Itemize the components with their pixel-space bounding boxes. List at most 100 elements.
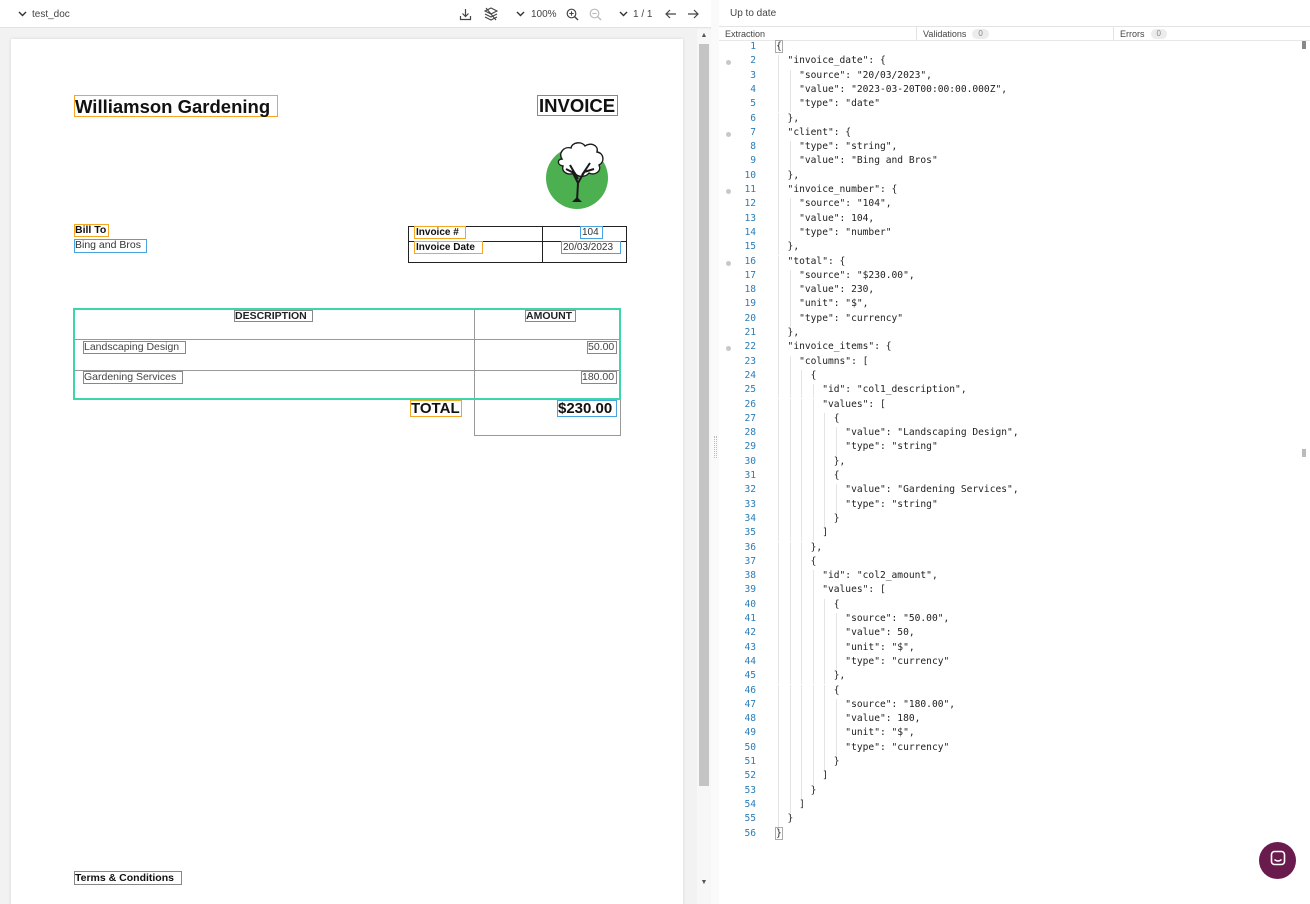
indent-guide [778,298,779,313]
indent-guide [812,512,814,528]
code-line: 35 ] [719,527,1302,542]
indent-guide [801,698,803,714]
indent-guide [835,613,837,628]
indent-guide [824,756,826,771]
indent-guide [778,698,779,714]
code-line: 27 { [719,412,1302,428]
line-number: 12 [744,198,756,210]
indent-guide [778,83,779,99]
indent-guide [778,512,779,528]
line-number: 51 [744,756,756,767]
arrow-left-icon [665,9,677,19]
indent-guide [824,441,826,456]
line-number: 53 [744,784,756,796]
indent-guide [778,226,779,242]
tab-errors[interactable]: Errors 0 [1114,27,1310,41]
invoice-page: Williamson Gardening INVOICE Bill To Bin… [11,39,683,904]
code-text: "type": "currency" [776,312,904,324]
indent-guide [812,527,814,542]
total-label: TOTAL [411,400,460,417]
code-text: "value": 230, [776,284,875,296]
indent-guide [801,584,803,599]
zoom-out-button[interactable] [589,0,602,28]
tab-label: Errors [1120,29,1145,39]
scroll-down-icon[interactable]: ▼ [699,878,709,888]
indent-guide [812,484,814,499]
prev-page-button[interactable] [665,0,677,28]
indent-guide [812,470,814,485]
indent-guide [778,412,779,428]
indent-guide [778,584,779,599]
line-number: 45 [744,670,756,682]
code-text: }, [776,241,800,253]
tab-label: Validations [923,29,967,39]
bill-to-label: Bill To [75,224,107,236]
indent-guide [824,655,826,671]
splitter-grip-icon[interactable] [714,436,717,458]
line-number: 1 [750,41,756,52]
code-line: 3 "source": "20/03/2023", [719,69,1302,84]
line-number: 14 [744,226,756,238]
next-page-button[interactable] [687,0,699,28]
code-text: { [775,40,783,53]
indent-guide [824,670,826,685]
indent-guide [778,598,779,613]
code-line: 21 }, [719,327,1302,342]
code-line: 4 "value": "2023-03-20T00:00:00.000Z", [719,83,1302,99]
line-number: 21 [744,327,756,338]
code-line: 33 "type": "string" [719,498,1302,513]
code-text: "source": "$230.00", [776,269,915,281]
invoice-date-label: Invoice Date [416,242,475,253]
indent-guide [778,627,779,642]
indent-guide [824,498,826,513]
tab-validations[interactable]: Validations 0 [917,27,1114,41]
code-text: { [776,684,840,696]
indent-guide [778,369,779,385]
indent-guide [778,341,779,356]
item-2-amount: 180.00 [582,371,615,383]
chat-button[interactable] [1259,842,1296,879]
line-number: 49 [744,727,756,739]
viewer-scrollbar-thumb[interactable] [699,44,709,786]
indent-guide [789,756,791,771]
tab-extraction[interactable]: Extraction [719,27,917,41]
code-text: { [776,369,817,381]
doc-selector[interactable]: test_doc [18,0,70,28]
document-canvas: Williamson Gardening INVOICE Bill To Bin… [0,29,697,904]
indent-guide [789,455,791,470]
line-number: 15 [744,241,756,253]
indent-guide [801,498,803,513]
code-text: }, [776,670,846,682]
description-header: DESCRIPTION [235,310,307,322]
json-editor[interactable]: 1{2 "invoice_date": {3 "source": "20/03/… [719,40,1302,841]
scroll-up-icon[interactable]: ▲ [699,31,709,41]
zoom-selector[interactable]: 100% [516,0,557,28]
zoom-in-button[interactable] [566,0,579,28]
editor-scrollbar-marker [1302,41,1306,49]
download-button[interactable] [459,0,472,28]
indent-guide [812,384,814,399]
indent-guide [789,470,791,485]
layers-button[interactable] [484,0,498,28]
page-selector[interactable]: 1 / 1 [619,0,652,28]
editor-scrollbar-thumb[interactable] [1302,449,1306,457]
indent-guide [789,570,791,585]
viewer-toolbar: test_doc 100% 1 / 1 [0,0,711,28]
indent-guide [778,169,779,184]
code-line: 8 "type": "string", [719,141,1302,156]
indent-guide [778,55,779,70]
code-line: 15 }, [719,241,1302,256]
line-number: 31 [744,470,756,481]
indent-guide [801,727,803,742]
indent-guide [801,427,803,442]
line-number: 24 [744,369,756,381]
indent-guide [778,555,779,571]
code-line: 46 { [719,684,1302,699]
code-line: 49 "unit": "$", [719,727,1302,742]
indent-guide [778,727,779,742]
line-number: 16 [744,255,756,267]
indent-guide [789,312,791,327]
editor-scrollbar[interactable] [1301,41,1306,891]
indent-guide [778,498,779,513]
indent-guide [778,670,779,685]
